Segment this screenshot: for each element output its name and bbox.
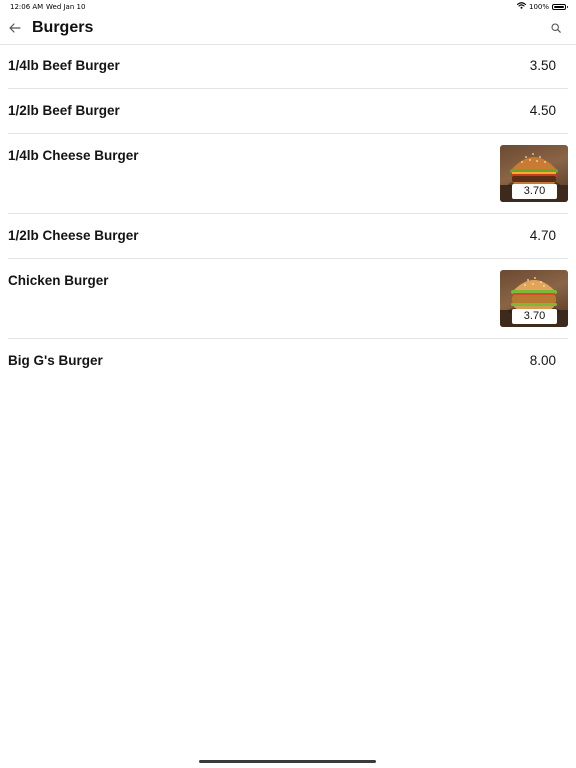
item-name: 1/4lb Beef Burger bbox=[8, 58, 120, 73]
menu-item-half-cheese-burger[interactable]: 1/2lb Cheese Burger 4.70 bbox=[8, 214, 568, 259]
menu-item-quarter-cheese-burger[interactable]: 1/4lb Cheese Burger 3.70 bbox=[8, 134, 568, 214]
wifi-icon bbox=[516, 2, 527, 11]
status-time: 12:06 AM bbox=[10, 3, 44, 11]
item-price: 3.50 bbox=[529, 58, 556, 73]
search-button[interactable] bbox=[548, 21, 564, 37]
item-name: 1/4lb Cheese Burger bbox=[8, 148, 139, 163]
item-price: 4.70 bbox=[529, 228, 556, 243]
item-name: Chicken Burger bbox=[8, 273, 109, 288]
item-name: 1/2lb Cheese Burger bbox=[8, 228, 139, 243]
menu-item-big-gs-burger[interactable]: Big G's Burger 8.00 bbox=[8, 339, 568, 383]
burger-image: 3.70 bbox=[500, 270, 568, 327]
menu-item-chicken-burger[interactable]: Chicken Burger 3.70 bbox=[8, 259, 568, 339]
battery-percent: 100% bbox=[528, 2, 549, 11]
image-price-tag: 3.70 bbox=[512, 309, 557, 324]
arrow-left-icon bbox=[9, 20, 21, 38]
status-indicators: 100% bbox=[516, 2, 568, 11]
item-price: 8.00 bbox=[529, 353, 556, 368]
page-title: Burgers bbox=[32, 19, 94, 36]
image-price-tag: 3.70 bbox=[512, 184, 557, 199]
item-name: Big G's Burger bbox=[8, 353, 103, 368]
status-date: Wed Jan 10 bbox=[46, 3, 86, 11]
item-price: 4.50 bbox=[529, 103, 556, 118]
battery-icon bbox=[552, 3, 568, 10]
home-indicator[interactable] bbox=[199, 760, 376, 763]
item-name: 1/2lb Beef Burger bbox=[8, 103, 120, 118]
nav-bar: Burgers bbox=[0, 14, 576, 45]
menu-item-half-beef-burger[interactable]: 1/2lb Beef Burger 4.50 bbox=[8, 89, 568, 134]
menu-list: 1/4lb Beef Burger 3.50 1/2lb Beef Burger… bbox=[0, 44, 576, 383]
search-icon bbox=[551, 20, 561, 38]
status-bar: 12:06 AM Wed Jan 10 100% bbox=[0, 0, 576, 14]
menu-item-quarter-beef-burger[interactable]: 1/4lb Beef Burger 3.50 bbox=[8, 44, 568, 89]
back-button[interactable] bbox=[6, 20, 24, 38]
burger-image: 3.70 bbox=[500, 145, 568, 202]
